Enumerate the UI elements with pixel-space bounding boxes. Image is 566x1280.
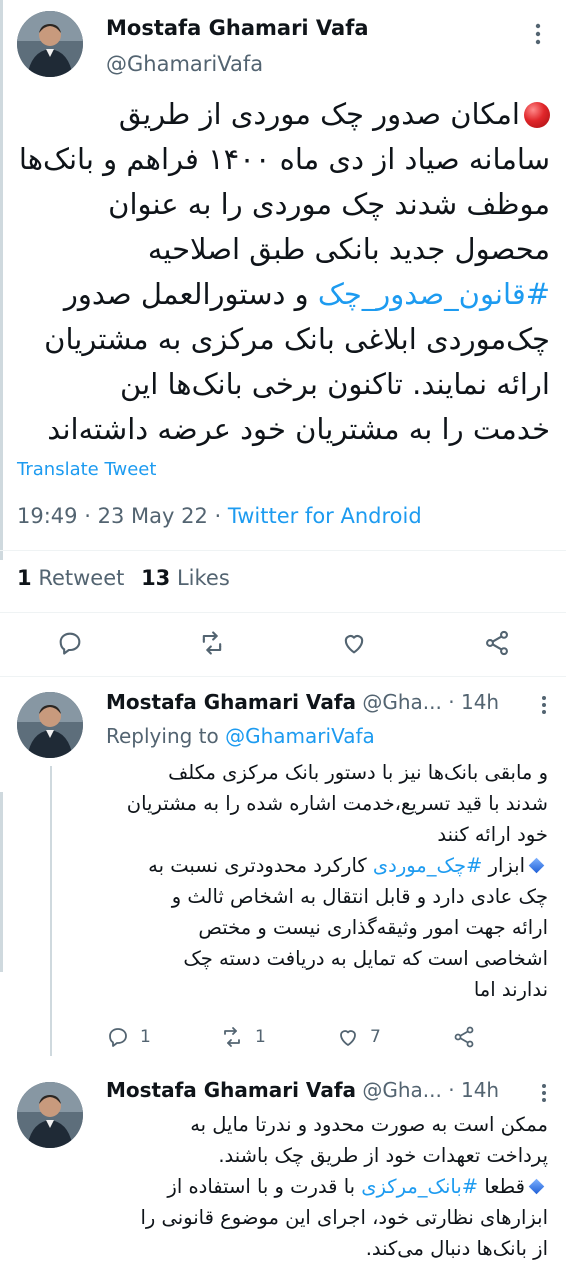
reply-2-time: 14h [460,1078,500,1102]
main-author-name[interactable]: Mostafa Ghamari Vafa [106,16,369,40]
reply-1-line-2: شدند با قید تسریع،خدمت اشاره شده را به م… [126,792,548,815]
main-author-avatar[interactable] [17,11,83,77]
meta-separator-2: · [214,504,222,528]
main-text-line-1: امکان صدور چک موردی از طریق [16,92,550,137]
reply-1-header: Mostafa Ghamari Vafa @Gha... · 14h [106,690,499,714]
reply-icon[interactable] [56,629,84,657]
reply-2-line-2: پرداخت تعهدات خود از طریق چک باشند. [218,1144,548,1167]
reply-2-line-1: ممکن است به صورت محدود و ندرتا مایل به [190,1113,548,1136]
divider [0,550,566,551]
reply-2-author-name[interactable]: Mostafa Ghamari Vafa [106,1078,356,1102]
translate-tweet-link[interactable]: Translate Tweet [17,459,156,480]
tweet-time: 19:49 [17,504,78,528]
reply-1-like-count: 7 [370,1027,381,1047]
reply-1-handle[interactable]: @Gha... [362,690,442,714]
reply-1-author-name[interactable]: Mostafa Ghamari Vafa [106,690,356,714]
likes-stat[interactable]: 13 Likes [141,566,230,590]
reply-1-line-6: ارائه جهت امور وثیقه‌گذاری نیست و مختص [198,916,548,939]
main-text-line-7: ارائه نمایند. تاکنون برخی بانک‌ها این [120,367,550,401]
main-text-line-3: موظف شدند چک موردی را به عنوان [108,187,550,221]
reply-1-text: و مابقی بانک‌ها نیز با دستور بانک مرکزی … [106,757,548,1005]
tweet-meta: 19:49 · 23 May 22 · Twitter for Android [17,504,422,528]
reply-2-avatar[interactable] [17,1082,83,1148]
left-edge-bar [0,0,3,560]
replying-to-label: Replying to [106,724,219,748]
main-text-line-8: خدمت را به مشتریان خود عرضه داشته‌اند [47,412,550,446]
hashtag-link[interactable]: #بانک_مرکزی [361,1175,478,1198]
reply-1-more-icon[interactable] [538,694,550,716]
main-more-icon[interactable] [530,22,546,46]
share-icon[interactable] [483,629,511,657]
reply-1-avatar[interactable] [17,692,83,758]
reply-2-line-4: ابزارهای نظارتی خود، اجرای این موضوع قان… [140,1206,548,1229]
hashtag-link[interactable]: #قانون_صدور_چک [318,277,550,311]
divider [0,612,566,613]
thread-connector-line [50,766,52,1056]
main-text-line-6: چک‌موردی ابلاغی بانک مرکزی به مشتریان [44,322,550,356]
red-circle-icon [524,102,550,128]
reply-1-line-1: و مابقی بانک‌ها نیز با دستور بانک مرکزی … [168,761,548,784]
blue-diamond-icon [528,1178,545,1195]
main-text-line-2: سامانه صیاد از دی ماه ۱۴۰۰ فراهم و بانک‌… [18,142,550,176]
meta-separator: · [84,504,91,528]
reply-1-line-7: اشخاصی است که تمایل به دریافت دسته چک [183,947,548,970]
tweet-source-link[interactable]: Twitter for Android [228,504,422,528]
reply-2-handle[interactable]: @Gha... [362,1078,442,1102]
reply-2-line-5: از بانک‌ها دنبال می‌کند. [365,1237,548,1260]
reply-2-separator: · [448,1078,455,1102]
reply-2-line-3: قطعا #بانک_مرکزی با قدرت و با استفاده از [106,1171,548,1202]
like-icon[interactable] [340,629,368,657]
reply-2-header: Mostafa Ghamari Vafa @Gha... · 14h [106,1078,499,1102]
reply-1-reply-icon[interactable] [106,1025,130,1049]
retweets-stat[interactable]: 1 Retweet [17,566,124,590]
reply-1-reply-count: 1 [140,1027,151,1047]
reply-1-line-5: چک عادی دارد و قابل انتقال به اشخاص ثالث… [171,885,548,908]
main-tweet-text: امکان صدور چک موردی از طریق سامانه صیاد … [16,92,550,452]
main-text-line-5: #قانون_صدور_چک و دستورالعمل صدور [63,277,550,311]
reply-2-more-icon[interactable] [538,1082,550,1104]
reply-1-like-icon[interactable] [336,1025,360,1049]
reply-1-line-4: ابزار #چک_موردی کارکرد محدودتری نسبت به [106,850,548,881]
main-author-handle[interactable]: @GhamariVafa [106,52,263,76]
reply-1-line-3: خود ارائه کنند [437,823,548,846]
replying-to-handle-link[interactable]: @GhamariVafa [225,724,375,748]
left-edge-bar [0,792,3,972]
replying-to: Replying to @GhamariVafa [106,724,375,748]
blue-diamond-icon [528,857,545,874]
reply-1-retweet-count: 1 [255,1027,266,1047]
main-text-line-4: محصول جدید بانکی طبق اصلاحیه [147,232,550,266]
retweet-icon[interactable] [198,629,226,657]
reply-1-separator: · [448,690,455,714]
reply-1-line-8: ندارند اما [473,978,548,1001]
reply-2-text: ممکن است به صورت محدود و ندرتا مایل به پ… [106,1109,548,1264]
hashtag-link[interactable]: #چک_موردی [373,854,482,877]
divider [0,676,566,677]
reply-1-retweet-icon[interactable] [220,1025,244,1049]
tweet-date: 23 May 22 [97,504,208,528]
engagement-stats: 1 Retweet 13 Likes [17,566,230,590]
reply-1-share-icon[interactable] [452,1025,476,1049]
reply-1-time: 14h [460,690,500,714]
